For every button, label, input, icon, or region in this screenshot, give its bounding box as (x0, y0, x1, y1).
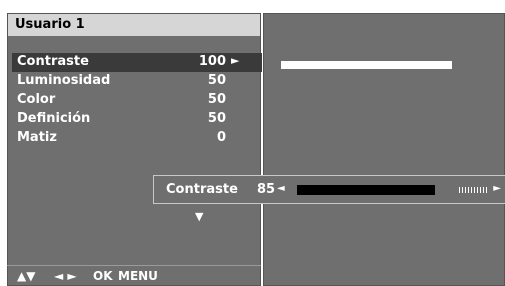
menu-item-label: Color (17, 92, 56, 107)
menu-item-label: Matiz (17, 130, 57, 145)
menu-hint: MENU (118, 269, 158, 283)
right-arrow-icon[interactable]: ► (493, 183, 501, 194)
slider-fill (297, 185, 435, 195)
menu-item-value: 50 (207, 92, 226, 107)
leftright-arrows-icon: ◄ ► (54, 269, 77, 283)
adjustment-popup: Contraste 85 ◄ ► (153, 175, 505, 204)
preview-bar (281, 61, 452, 69)
preview-panel (263, 13, 505, 286)
ok-hint: OK (93, 269, 113, 283)
menu-item-label: Luminosidad (17, 73, 111, 88)
menu-item-value: 0 (216, 130, 226, 145)
menu-item-value: 50 (207, 111, 226, 126)
menu-item-label: Contraste (17, 54, 89, 69)
menu-item-value: 100 (198, 54, 226, 69)
menu-item-matiz[interactable]: Matiz 0 (12, 129, 262, 148)
tv-osd-screen: Usuario 1 Contraste 100 ► Luminosidad 50… (0, 0, 505, 286)
menu-item-luminosidad[interactable]: Luminosidad 50 (12, 72, 262, 91)
slider-ticks (459, 187, 487, 193)
menu-item-label: Definición (17, 111, 91, 126)
picture-menu-panel: Usuario 1 Contraste 100 ► Luminosidad 50… (7, 13, 262, 286)
menu-item-definicion[interactable]: Definición 50 (12, 110, 262, 129)
menu-item-value: 50 (207, 73, 226, 88)
adjust-label: Contraste (166, 182, 238, 197)
right-arrow-icon: ► (231, 54, 240, 67)
menu-item-contraste[interactable]: Contraste 100 ► (12, 53, 262, 72)
menu-title: Usuario 1 (8, 14, 260, 36)
adjust-value: 85 (257, 182, 276, 197)
scroll-down-icon: ▼ (195, 210, 204, 223)
updown-arrows-icon: ▲▼ (17, 269, 36, 283)
navigation-hint-bar: ▲▼ ◄ ► OK MENU (7, 265, 261, 286)
contrast-slider[interactable]: ► (297, 183, 501, 195)
left-arrow-icon[interactable]: ◄ (277, 183, 285, 194)
menu-item-color[interactable]: Color 50 (12, 91, 262, 110)
